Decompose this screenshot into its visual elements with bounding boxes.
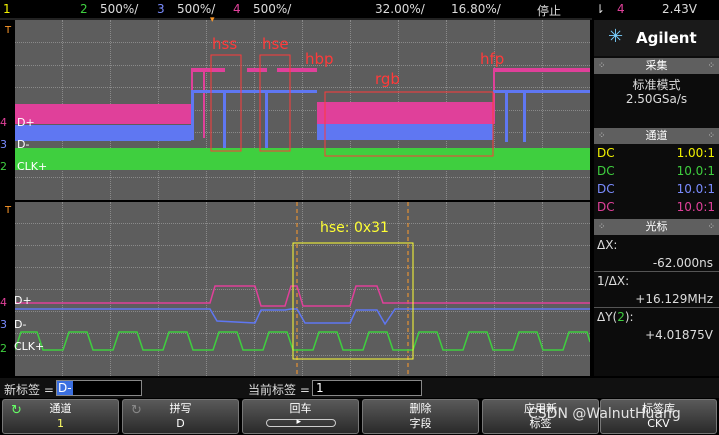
spell-softkey[interactable]: ↻ 拼写 D — [122, 399, 239, 434]
time-scale: 16.80%/ — [451, 2, 501, 16]
brand-name: Agilent — [636, 29, 697, 47]
enter-arrow-icon: ▸ — [265, 417, 336, 427]
lower-waveform-screen[interactable]: hse: 0x31 — [15, 202, 590, 376]
upper-traces: hss hse hbp rgb hfp — [15, 35, 590, 170]
rotate-icon: ↻ — [11, 403, 22, 418]
trigger-position-icon: ▾ — [210, 15, 215, 25]
upper-dplus-label: D+ — [17, 116, 35, 129]
hss-label: hss — [212, 35, 237, 53]
sample-rate: 2.50GSa/s — [625, 92, 688, 106]
ch1-probe-ratio: 1.00:1 — [676, 146, 715, 160]
inverse-delta-x-value: +16.129MHz — [635, 292, 713, 306]
watermark: CSDN @WalnutHuang — [528, 406, 681, 422]
side-panel: ✳ Agilent ⁘ 采集 ⁘ 标准模式 2.50GSa/s ⁘ 通道 ⁘ DC 1.… — [594, 20, 719, 376]
ch2-number[interactable]: 2 — [80, 2, 88, 16]
dplus-trace-lower — [15, 285, 590, 307]
ch4-coupling: DC — [597, 200, 615, 214]
label-bar: 新标签 = D- 当前标签 = 1 — [0, 378, 719, 398]
lower-channel-markers: T 4 3 2 — [0, 205, 12, 355]
agilent-spark-icon: ✳ — [608, 26, 624, 47]
clk-trace-lower — [15, 331, 590, 351]
inverse-delta-x-label: 1/ΔX: — [597, 274, 630, 288]
trigger-marker-icon: T — [5, 25, 12, 36]
trigger-marker-icon: T — [5, 205, 12, 216]
trigger-level: 2.43V — [662, 2, 697, 16]
run-status[interactable]: 停止 — [537, 2, 561, 19]
channel-header[interactable]: ⁘ 通道 ⁘ — [594, 128, 719, 144]
softkey-bar: ↻ 通道 1 ↻ 拼写 D 回车 ▸ 删除 字段 应用新 标签 标签库 CKV CSDN … — [0, 398, 719, 435]
trigger-channel: 4 — [617, 2, 625, 16]
new-label-caption: 新标签 = — [4, 383, 54, 397]
channel-softkey[interactable]: ↻ 通道 1 — [2, 399, 119, 434]
delta-x-value: -62.000ns — [652, 256, 713, 270]
lower-traces: hse: 0x31 — [15, 202, 590, 376]
ch4-number[interactable]: 4 — [233, 2, 241, 16]
ch2-probe-ratio: 10.0:1 — [676, 164, 715, 178]
ch2-scale: 500%/ — [100, 2, 139, 16]
ch1-coupling: DC — [597, 146, 615, 160]
enter-softkey[interactable]: 回车 ▸ — [242, 399, 359, 434]
lower-dminus-label: D- — [14, 318, 27, 331]
cursor-header[interactable]: ⁘ 光标 ⁘ — [594, 219, 719, 235]
brand-area: ✳ Agilent — [594, 20, 719, 56]
divider — [594, 307, 719, 308]
delta-y-label: ΔY(2): — [597, 310, 634, 324]
trigger-edge-icon: ⇂ — [595, 2, 606, 16]
upper-waveform-screen[interactable]: hss hse hbp rgb hfp — [15, 20, 590, 200]
rotate-icon: ↻ — [131, 403, 142, 418]
ch4-scale: 500%/ — [253, 2, 292, 16]
ch4-probe-ratio: 10.0:1 — [676, 200, 715, 214]
ch3-scale: 500%/ — [177, 2, 216, 16]
acquire-header[interactable]: ⁘ 采集 ⁘ — [594, 58, 719, 74]
hfp-label: hfp — [480, 50, 504, 68]
status-bar: 1 2 500%/ 3 500%/ 4 500%/ 32.00%/ 16.80%… — [0, 0, 719, 18]
lower-dplus-label: D+ — [14, 294, 32, 307]
ch3-number[interactable]: 3 — [157, 2, 165, 16]
dminus-trace-lower — [15, 308, 590, 326]
divider — [594, 271, 719, 272]
delta-y-value: +4.01875V — [645, 328, 713, 342]
ch3-probe-ratio: 10.0:1 — [676, 182, 715, 196]
acquire-mode: 标准模式 — [632, 78, 681, 92]
upper-clk-label: CLK+ — [17, 160, 48, 173]
upper-channel-markers: T 4 3 2 — [0, 25, 12, 173]
lower-clk-label: CLK+ — [14, 340, 45, 353]
ch1-number[interactable]: 1 — [3, 2, 11, 16]
hbp-label: hbp — [305, 50, 334, 68]
rgb-label: rgb — [375, 70, 400, 88]
ch2-coupling: DC — [597, 164, 615, 178]
clk-trace-upper — [15, 148, 590, 170]
decode-label: hse: 0x31 — [320, 220, 389, 236]
new-label-field[interactable]: D- — [56, 380, 142, 396]
decode-highlight-box — [292, 242, 414, 360]
current-label-caption: 当前标签 = — [248, 383, 310, 397]
delete-field-softkey[interactable]: 删除 字段 — [362, 399, 479, 434]
upper-dminus-label: D- — [17, 138, 30, 151]
hse-label: hse — [262, 35, 289, 53]
current-label-field[interactable]: 1 — [312, 380, 422, 396]
delta-x-label: ΔX: — [597, 238, 618, 252]
ch3-coupling: DC — [597, 182, 615, 196]
time-offset: 32.00%/ — [375, 2, 425, 16]
